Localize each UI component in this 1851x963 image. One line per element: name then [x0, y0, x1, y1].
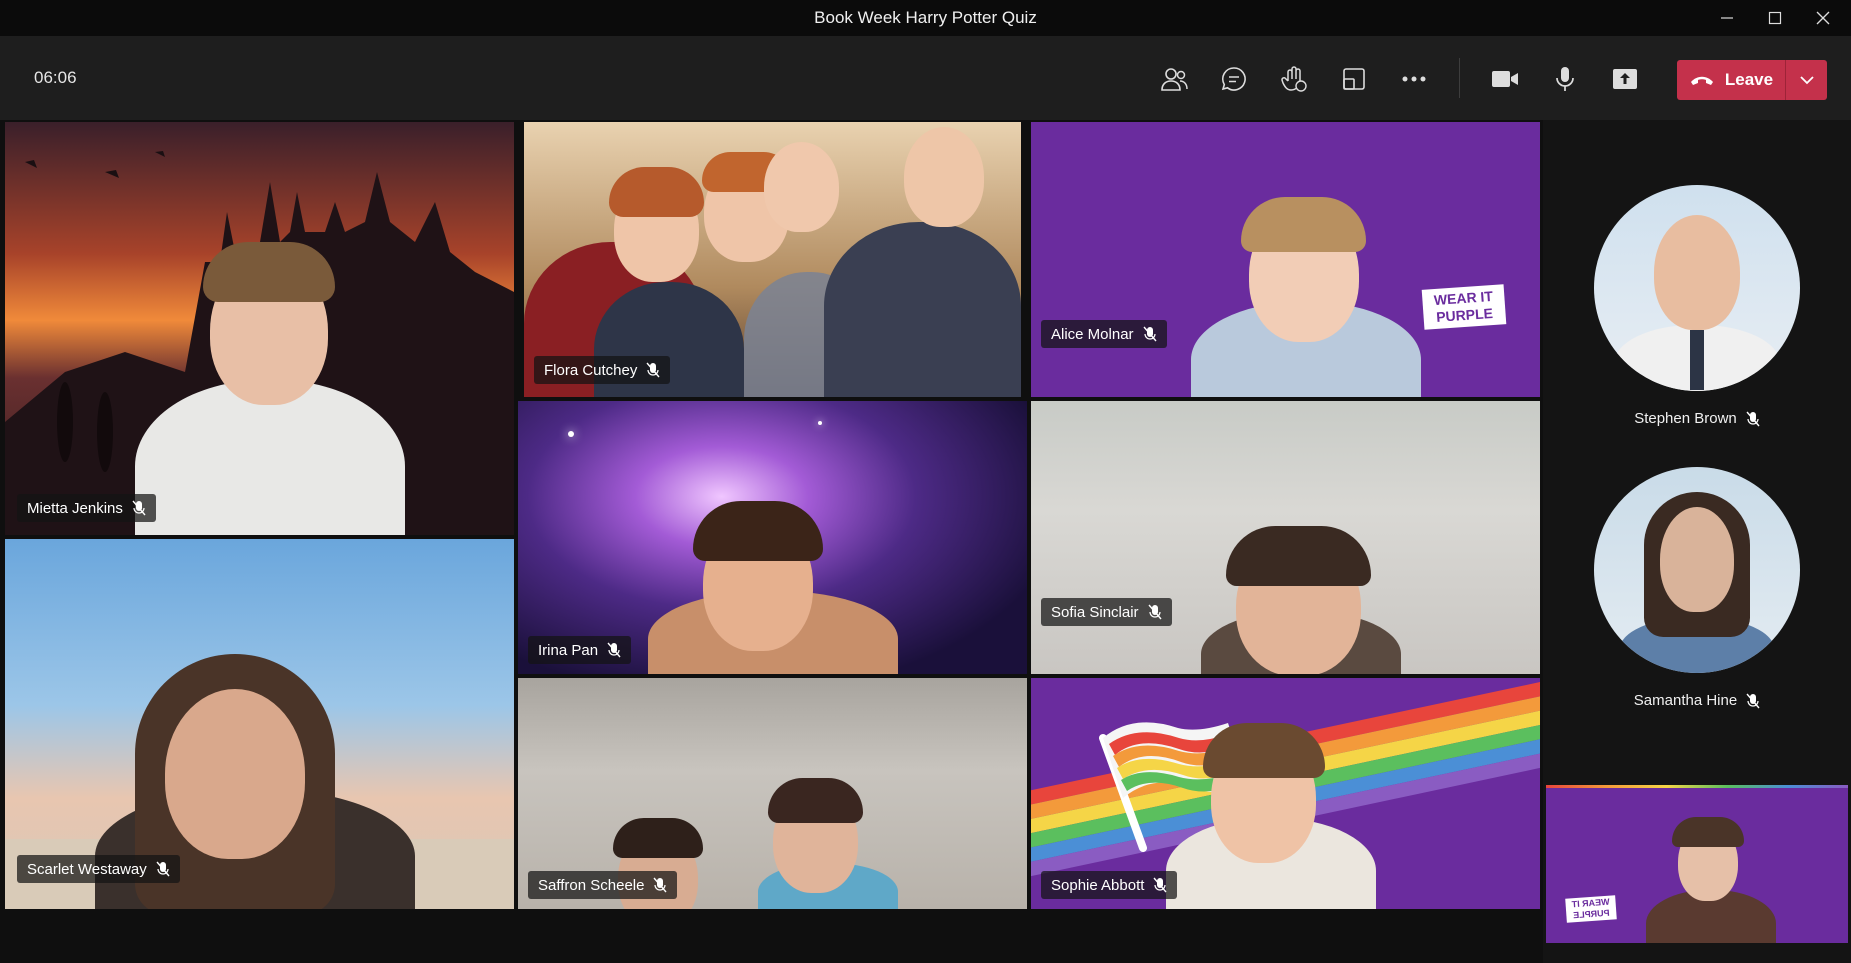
share-button[interactable]	[1602, 56, 1648, 102]
self-view-tile[interactable]: WEAR IT PURPLE	[1546, 785, 1848, 943]
avatar-tie	[1690, 330, 1704, 390]
star	[568, 431, 574, 437]
mic-off-icon	[607, 642, 621, 658]
video-stage: Mietta Jenkins Flora Cutchey WEAR IT PUR…	[0, 120, 1851, 963]
participant-name: Alice Molnar	[1051, 325, 1134, 343]
reactions-button[interactable]	[1271, 56, 1317, 102]
camera-button[interactable]	[1482, 56, 1528, 102]
mic-off-icon	[1153, 877, 1167, 893]
name-tag: Mietta Jenkins	[17, 494, 156, 522]
participant-hair	[1672, 817, 1744, 847]
video-tile-saffron-scheele[interactable]: Saffron Scheele	[518, 678, 1027, 909]
microphone-button[interactable]	[1542, 56, 1588, 102]
video-tile-alice-molnar[interactable]: WEAR IT PURPLE Alice Molnar	[1031, 122, 1540, 397]
rooms-button[interactable]	[1331, 56, 1377, 102]
name-tag: Scarlet Westaway	[17, 855, 180, 883]
name-tag: Irina Pan	[528, 636, 632, 664]
more-icon	[1402, 76, 1426, 82]
participant-hair	[203, 242, 335, 302]
name-tag: Saffron Scheele	[528, 871, 678, 899]
participant-name: Saffron Scheele	[538, 876, 645, 894]
video-tile-sophie-abbott[interactable]: Sophie Abbott	[1031, 678, 1540, 909]
participant-hair	[768, 778, 863, 823]
video-tile-sofia-sinclair[interactable]: Sofia Sinclair	[1031, 401, 1540, 674]
title-bar: Book Week Harry Potter Quiz	[0, 0, 1851, 36]
leave-options-button[interactable]	[1786, 60, 1827, 100]
avatar-face	[1654, 215, 1740, 330]
participant-name: Flora Cutchey	[544, 361, 638, 379]
participant-name: Samantha Hine	[1633, 692, 1738, 709]
participant-hair-2	[613, 818, 703, 858]
video-tile-mietta-jenkins[interactable]: Mietta Jenkins	[5, 122, 514, 535]
hair-1	[609, 167, 704, 217]
name-tag: Flora Cutchey	[534, 356, 671, 384]
leave-button-group: Leave	[1677, 60, 1827, 100]
name-tag: Stephen Brown	[1543, 410, 1851, 427]
wear-it-purple-logo: WEAR IT PURPLE	[1421, 284, 1507, 330]
participant-name: Sophie Abbott	[1051, 876, 1145, 894]
face-4	[904, 127, 984, 227]
raise-hand-icon	[1281, 66, 1307, 92]
participant-hair	[693, 501, 823, 561]
share-tray-icon	[1613, 69, 1637, 89]
microphone-icon	[1556, 67, 1574, 91]
participant-name: Scarlet Westaway	[27, 860, 147, 878]
chevron-down-icon	[1799, 75, 1814, 84]
wear-it-purple-mirrored: WEAR IT PURPLE	[1565, 895, 1617, 923]
star	[818, 421, 822, 425]
participant-name: Sofia Sinclair	[1051, 603, 1139, 621]
face-3	[764, 142, 839, 232]
minimize-button[interactable]	[1703, 0, 1751, 36]
hang-up-icon	[1690, 76, 1713, 85]
avatar-samantha-hine[interactable]	[1594, 467, 1800, 673]
avatar-stephen-brown[interactable]	[1594, 185, 1800, 391]
mic-off-icon	[646, 362, 660, 378]
participant-name: Mietta Jenkins	[27, 499, 123, 517]
mic-off-icon	[156, 861, 170, 877]
video-tile-scarlet-westaway[interactable]: Scarlet Westaway	[5, 539, 514, 909]
name-tag: Sophie Abbott	[1041, 871, 1178, 899]
video-tile-irina-pan[interactable]: Irina Pan	[518, 401, 1027, 674]
participant-name: Irina Pan	[538, 641, 599, 659]
call-timer: 06:06	[34, 68, 77, 87]
video-tile-flora-cutchey[interactable]: Flora Cutchey	[524, 122, 1021, 397]
maximize-button[interactable]	[1751, 0, 1799, 36]
mic-off-icon	[132, 500, 146, 516]
mic-off-icon	[1148, 604, 1162, 620]
participant-hair	[1241, 197, 1366, 252]
name-tag: Samantha Hine	[1543, 692, 1851, 709]
rainbow-strip	[1546, 785, 1848, 788]
participants-button[interactable]	[1151, 56, 1197, 102]
chat-button[interactable]	[1211, 56, 1257, 102]
participant-hair	[1203, 723, 1325, 778]
mic-off-icon	[1142, 326, 1157, 342]
people-icon	[1161, 68, 1188, 91]
avatar-face	[1660, 507, 1734, 612]
camera-icon	[1492, 71, 1518, 87]
mic-off-icon	[1746, 693, 1760, 708]
more-actions-button[interactable]	[1391, 56, 1437, 102]
close-window-button[interactable]	[1799, 0, 1847, 36]
participant-sidebar: Stephen Brown Samantha Hine WEAR IT PURP…	[1543, 120, 1851, 963]
participant-face-front	[165, 689, 305, 859]
meeting-toolbar: 06:06 Leave	[0, 36, 1851, 120]
leave-label: Leave	[1724, 70, 1774, 89]
chat-icon	[1221, 67, 1246, 91]
mic-off-icon	[653, 877, 668, 893]
participant-hair	[1226, 526, 1371, 586]
name-tag: Sofia Sinclair	[1041, 598, 1172, 626]
mic-off-icon	[1746, 411, 1760, 426]
robe-right	[824, 222, 1021, 397]
participant-name: Stephen Brown	[1634, 410, 1737, 427]
window-title: Book Week Harry Potter Quiz	[814, 8, 1037, 27]
name-tag: Alice Molnar	[1041, 320, 1167, 348]
rooms-icon	[1343, 68, 1365, 90]
leave-button[interactable]: Leave	[1677, 60, 1785, 100]
toolbar-divider	[1459, 58, 1460, 98]
